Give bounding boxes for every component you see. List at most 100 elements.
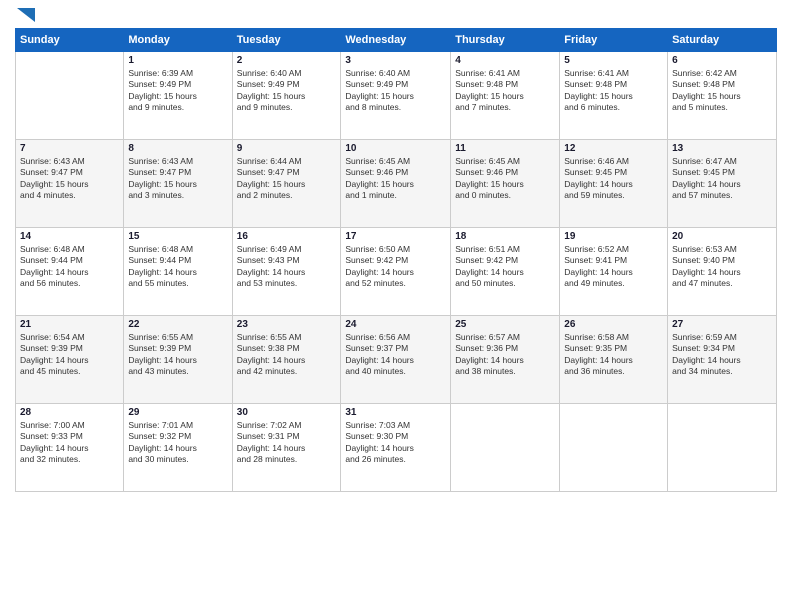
header bbox=[15, 10, 777, 22]
day-info: Sunrise: 6:58 AM Sunset: 9:35 PM Dayligh… bbox=[564, 332, 663, 378]
calendar-week-row: 28 Sunrise: 7:00 AM Sunset: 9:33 PM Dayli… bbox=[16, 404, 777, 492]
calendar-cell: 21 Sunrise: 6:54 AM Sunset: 9:39 PM Dayli… bbox=[16, 316, 124, 404]
day-number: 31 bbox=[345, 407, 446, 418]
day-number: 23 bbox=[237, 319, 337, 330]
day-number: 19 bbox=[564, 231, 663, 242]
calendar-cell: 20 Sunrise: 6:53 AM Sunset: 9:40 PM Dayli… bbox=[668, 228, 777, 316]
calendar-cell: 29 Sunrise: 7:01 AM Sunset: 9:32 PM Dayli… bbox=[124, 404, 232, 492]
day-info: Sunrise: 7:03 AM Sunset: 9:30 PM Dayligh… bbox=[345, 420, 446, 466]
day-number: 20 bbox=[672, 231, 772, 242]
day-info: Sunrise: 6:47 AM Sunset: 9:45 PM Dayligh… bbox=[672, 156, 772, 202]
calendar-week-row: 7 Sunrise: 6:43 AM Sunset: 9:47 PM Daylig… bbox=[16, 140, 777, 228]
day-info: Sunrise: 6:54 AM Sunset: 9:39 PM Dayligh… bbox=[20, 332, 119, 378]
day-info: Sunrise: 7:02 AM Sunset: 9:31 PM Dayligh… bbox=[237, 420, 337, 466]
day-info: Sunrise: 7:00 AM Sunset: 9:33 PM Dayligh… bbox=[20, 420, 119, 466]
day-info: Sunrise: 6:40 AM Sunset: 9:49 PM Dayligh… bbox=[237, 68, 337, 114]
calendar-cell: 13 Sunrise: 6:47 AM Sunset: 9:45 PM Dayli… bbox=[668, 140, 777, 228]
day-number: 24 bbox=[345, 319, 446, 330]
calendar-cell: 22 Sunrise: 6:55 AM Sunset: 9:39 PM Dayli… bbox=[124, 316, 232, 404]
calendar-cell: 15Sunrise: 6:48 AM Sunset: 9:44 PM Dayli… bbox=[124, 228, 232, 316]
calendar-cell bbox=[560, 404, 668, 492]
day-number: 21 bbox=[20, 319, 119, 330]
calendar-header-wednesday: Wednesday bbox=[341, 29, 451, 52]
calendar-header-sunday: Sunday bbox=[16, 29, 124, 52]
day-number: 1 bbox=[128, 55, 227, 66]
day-info: Sunrise: 6:53 AM Sunset: 9:40 PM Dayligh… bbox=[672, 244, 772, 290]
calendar-cell bbox=[668, 404, 777, 492]
calendar-cell bbox=[16, 52, 124, 140]
day-number: 28 bbox=[20, 407, 119, 418]
calendar-cell: 2 Sunrise: 6:40 AM Sunset: 9:49 PM Daylig… bbox=[232, 52, 341, 140]
day-number: 16 bbox=[237, 231, 337, 242]
calendar-header-friday: Friday bbox=[560, 29, 668, 52]
day-number: 7 bbox=[20, 143, 119, 154]
calendar-cell: 8Sunrise: 6:43 AM Sunset: 9:47 PM Daylig… bbox=[124, 140, 232, 228]
calendar-cell: 30 Sunrise: 7:02 AM Sunset: 9:31 PM Dayli… bbox=[232, 404, 341, 492]
calendar-cell: 1 Sunrise: 6:39 AM Sunset: 9:49 PM Daylig… bbox=[124, 52, 232, 140]
calendar-header-row: SundayMondayTuesdayWednesdayThursdayFrid… bbox=[16, 29, 777, 52]
calendar-cell bbox=[451, 404, 560, 492]
calendar-cell: 12Sunrise: 6:46 AM Sunset: 9:45 PM Dayli… bbox=[560, 140, 668, 228]
day-number: 25 bbox=[455, 319, 555, 330]
day-info: Sunrise: 6:39 AM Sunset: 9:49 PM Dayligh… bbox=[128, 68, 227, 114]
day-number: 26 bbox=[564, 319, 663, 330]
calendar-header-tuesday: Tuesday bbox=[232, 29, 341, 52]
day-info: Sunrise: 6:56 AM Sunset: 9:37 PM Dayligh… bbox=[345, 332, 446, 378]
day-info: Sunrise: 6:57 AM Sunset: 9:36 PM Dayligh… bbox=[455, 332, 555, 378]
calendar-cell: 5Sunrise: 6:41 AM Sunset: 9:48 PM Daylig… bbox=[560, 52, 668, 140]
logo-flag-icon bbox=[17, 8, 35, 22]
calendar-week-row: 21 Sunrise: 6:54 AM Sunset: 9:39 PM Dayli… bbox=[16, 316, 777, 404]
calendar-header-saturday: Saturday bbox=[668, 29, 777, 52]
day-number: 2 bbox=[237, 55, 337, 66]
calendar-cell: 31 Sunrise: 7:03 AM Sunset: 9:30 PM Dayli… bbox=[341, 404, 451, 492]
day-info: Sunrise: 7:01 AM Sunset: 9:32 PM Dayligh… bbox=[128, 420, 227, 466]
day-info: Sunrise: 6:42 AM Sunset: 9:48 PM Dayligh… bbox=[672, 68, 772, 114]
day-number: 22 bbox=[128, 319, 227, 330]
calendar-cell: 18 Sunrise: 6:51 AM Sunset: 9:42 PM Dayli… bbox=[451, 228, 560, 316]
day-number: 14 bbox=[20, 231, 119, 242]
day-number: 6 bbox=[672, 55, 772, 66]
day-info: Sunrise: 6:40 AM Sunset: 9:49 PM Dayligh… bbox=[345, 68, 446, 114]
calendar-cell: 7 Sunrise: 6:43 AM Sunset: 9:47 PM Daylig… bbox=[16, 140, 124, 228]
page: SundayMondayTuesdayWednesdayThursdayFrid… bbox=[0, 0, 792, 612]
calendar-cell: 9Sunrise: 6:44 AM Sunset: 9:47 PM Daylig… bbox=[232, 140, 341, 228]
day-info: Sunrise: 6:55 AM Sunset: 9:38 PM Dayligh… bbox=[237, 332, 337, 378]
day-number: 17 bbox=[345, 231, 446, 242]
day-info: Sunrise: 6:45 AM Sunset: 9:46 PM Dayligh… bbox=[345, 156, 446, 202]
day-info: Sunrise: 6:48 AM Sunset: 9:44 PM Dayligh… bbox=[128, 244, 227, 290]
day-info: Sunrise: 6:45 AM Sunset: 9:46 PM Dayligh… bbox=[455, 156, 555, 202]
day-info: Sunrise: 6:55 AM Sunset: 9:39 PM Dayligh… bbox=[128, 332, 227, 378]
calendar-week-row: 14 Sunrise: 6:48 AM Sunset: 9:44 PM Dayli… bbox=[16, 228, 777, 316]
logo bbox=[15, 10, 35, 22]
day-info: Sunrise: 6:43 AM Sunset: 9:47 PM Dayligh… bbox=[20, 156, 119, 202]
calendar-cell: 27 Sunrise: 6:59 AM Sunset: 9:34 PM Dayli… bbox=[668, 316, 777, 404]
calendar-cell: 24 Sunrise: 6:56 AM Sunset: 9:37 PM Dayli… bbox=[341, 316, 451, 404]
day-info: Sunrise: 6:41 AM Sunset: 9:48 PM Dayligh… bbox=[455, 68, 555, 114]
calendar-cell: 10Sunrise: 6:45 AM Sunset: 9:46 PM Dayli… bbox=[341, 140, 451, 228]
calendar-cell: 26 Sunrise: 6:58 AM Sunset: 9:35 PM Dayli… bbox=[560, 316, 668, 404]
calendar-cell: 14 Sunrise: 6:48 AM Sunset: 9:44 PM Dayli… bbox=[16, 228, 124, 316]
day-info: Sunrise: 6:52 AM Sunset: 9:41 PM Dayligh… bbox=[564, 244, 663, 290]
calendar-cell: 6 Sunrise: 6:42 AM Sunset: 9:48 PM Daylig… bbox=[668, 52, 777, 140]
day-info: Sunrise: 6:50 AM Sunset: 9:42 PM Dayligh… bbox=[345, 244, 446, 290]
calendar-cell: 11Sunrise: 6:45 AM Sunset: 9:46 PM Dayli… bbox=[451, 140, 560, 228]
calendar-header-thursday: Thursday bbox=[451, 29, 560, 52]
day-number: 29 bbox=[128, 407, 227, 418]
day-number: 13 bbox=[672, 143, 772, 154]
day-info: Sunrise: 6:44 AM Sunset: 9:47 PM Dayligh… bbox=[237, 156, 337, 202]
day-info: Sunrise: 6:49 AM Sunset: 9:43 PM Dayligh… bbox=[237, 244, 337, 290]
calendar-cell: 16 Sunrise: 6:49 AM Sunset: 9:43 PM Dayli… bbox=[232, 228, 341, 316]
day-number: 8 bbox=[128, 143, 227, 154]
day-number: 27 bbox=[672, 319, 772, 330]
day-number: 3 bbox=[345, 55, 446, 66]
calendar-cell: 17 Sunrise: 6:50 AM Sunset: 9:42 PM Dayli… bbox=[341, 228, 451, 316]
calendar-cell: 28 Sunrise: 7:00 AM Sunset: 9:33 PM Dayli… bbox=[16, 404, 124, 492]
day-number: 18 bbox=[455, 231, 555, 242]
day-number: 30 bbox=[237, 407, 337, 418]
calendar-cell: 3 Sunrise: 6:40 AM Sunset: 9:49 PM Daylig… bbox=[341, 52, 451, 140]
calendar-cell: 4Sunrise: 6:41 AM Sunset: 9:48 PM Daylig… bbox=[451, 52, 560, 140]
day-info: Sunrise: 6:51 AM Sunset: 9:42 PM Dayligh… bbox=[455, 244, 555, 290]
calendar: SundayMondayTuesdayWednesdayThursdayFrid… bbox=[15, 28, 777, 492]
day-info: Sunrise: 6:59 AM Sunset: 9:34 PM Dayligh… bbox=[672, 332, 772, 378]
day-info: Sunrise: 6:48 AM Sunset: 9:44 PM Dayligh… bbox=[20, 244, 119, 290]
